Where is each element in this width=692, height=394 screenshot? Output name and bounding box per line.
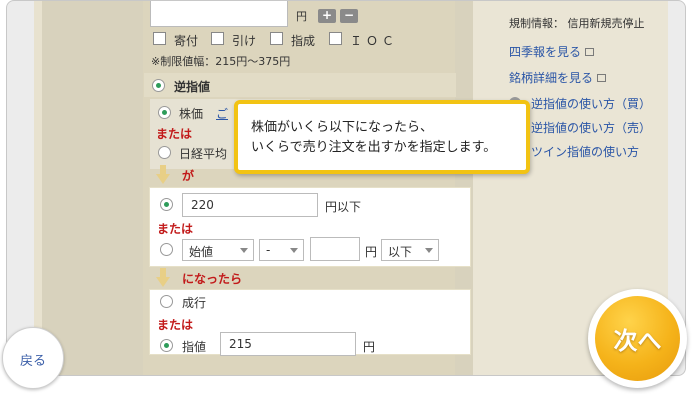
range-price-input[interactable] [310,237,360,261]
range-radio[interactable] [160,243,173,256]
help-link-twin-limit[interactable]: ツイン指値の使い方 [531,143,639,160]
down-arrow-icon [156,165,170,184]
shikiho-link[interactable]: 四季報を見る [509,41,595,60]
market-order-label: 成行 [182,296,207,310]
next-button[interactable]: 次へ [588,289,687,388]
callout-text: 株価がいくら以下になったら、 いくらで売り注文を出すかを指定します。 [251,120,497,155]
shikiho-link-label: 四季報を見る [509,45,582,59]
external-window-icon [585,48,595,56]
or-label-1: または [156,127,193,141]
help-link-stop-sell[interactable]: 逆指値の使い方（売） [531,119,651,136]
external-window-icon [597,74,607,82]
back-button[interactable]: 戻る [2,327,64,389]
stock-price-label: 株価 [179,107,204,121]
price-input[interactable] [150,1,288,27]
stop-order-label: 逆指値 [174,80,211,94]
trigger-price-radio[interactable] [160,198,173,211]
chevron-down-icon [425,248,433,253]
tutorial-viewport: 円 + − 寄付 引け 指成 ＩＯＣ ※制限値幅：215円〜375円 逆指値 株… [6,0,686,376]
or-label-3: または [157,318,194,332]
help-link-stop-buy[interactable]: 逆指値の使い方（買） [531,95,651,112]
or-label-2: または [157,222,194,236]
became-label: になったら [182,272,243,286]
left-margin [34,1,42,375]
nikkei-radio[interactable] [158,146,171,159]
condition-label-funari: 指成 [291,34,316,48]
tutorial-frame: 円 + − 寄付 引け 指成 ＩＯＣ ※制限値幅：215円〜375円 逆指値 株… [0,0,692,394]
stock-price-radio[interactable] [158,106,171,119]
yen-unit: 円 [296,10,307,23]
condition-label-hike: 引け [232,34,257,48]
condition-label-ioc: ＩＯＣ [350,34,399,48]
dash-select-value: - [266,243,271,257]
condition-label-yoritsuki: 寄付 [174,34,199,48]
trigger-price-suffix: 円以下 [325,200,362,214]
stock-detail-link-label: 銘柄詳細を見る [509,71,594,85]
dash-select[interactable]: - [259,239,304,261]
chevron-down-icon [290,248,298,253]
minus-button[interactable]: − [340,9,358,23]
range-yen-unit: 円 [365,245,378,259]
nikkei-label: 日経平均 [179,147,228,161]
stop-order-radio[interactable] [152,79,165,92]
trigger-price-input[interactable]: 220 [182,193,318,217]
ga-label: が [182,169,195,183]
chevron-down-icon [240,248,248,253]
limit-yen-unit: 円 [363,340,376,354]
back-button-label: 戻る [19,354,46,369]
open-price-select[interactable]: 始値 [182,239,254,261]
range-compare-select[interactable]: 以下 [381,239,439,261]
limit-price-input[interactable]: 215 [220,332,356,356]
range-compare-select-value: 以下 [388,245,413,259]
price-limit-range: ※制限値幅：215円〜375円 [151,55,291,68]
next-button-label: 次へ [613,327,662,355]
limit-order-radio[interactable] [160,339,173,352]
regulation-info: 規制情報： 信用新規売停止 [509,17,645,30]
plus-button[interactable]: + [318,9,336,23]
order-form-screenshot: 円 + − 寄付 引け 指成 ＩＯＣ ※制限値幅：215円〜375円 逆指値 株… [34,1,668,375]
condition-checkbox-ioc[interactable] [329,32,342,45]
down-arrow-icon [156,268,170,287]
market-order-radio[interactable] [160,295,173,308]
open-price-select-value: 始値 [189,245,214,259]
condition-checkbox-funari[interactable] [270,32,283,45]
condition-checkbox-yoritsuki[interactable] [153,32,166,45]
instruction-callout: 株価がいくら以下になったら、 いくらで売り注文を出すかを指定します。 [234,100,530,174]
stock-detail-link[interactable]: 銘柄詳細を見る [509,67,607,86]
limit-order-label: 指値 [182,340,207,354]
stock-price-link[interactable]: ご [216,105,228,122]
condition-checkbox-hike[interactable] [211,32,224,45]
